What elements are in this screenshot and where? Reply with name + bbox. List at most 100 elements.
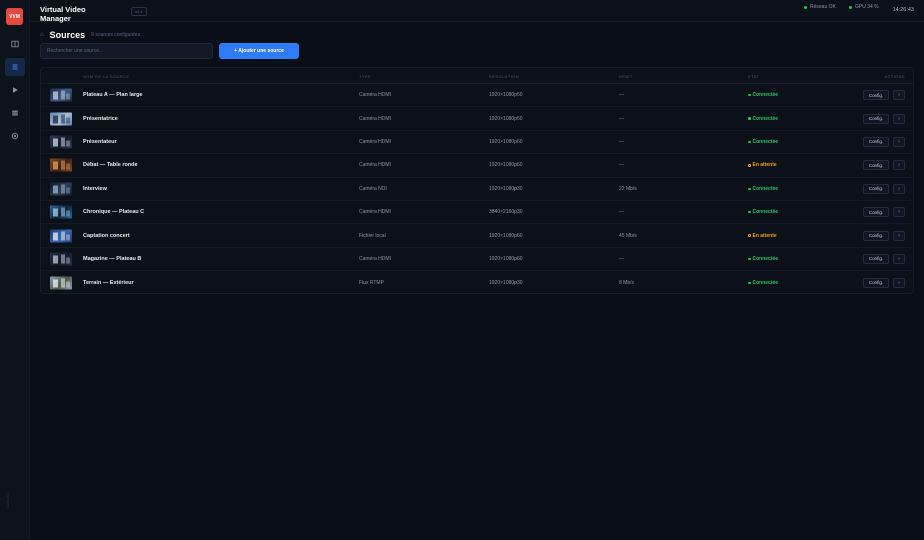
table-row[interactable]: Débat — Table ronde Caméra HDMI 1920×108… (41, 154, 913, 178)
source-resolution: 3840×2160p30 (489, 209, 523, 216)
table-row[interactable]: Magazine — Plateau B Caméra HDMI 1920×10… (41, 248, 913, 272)
status-badge: Connectée (748, 280, 778, 286)
status-badge: Connectée (748, 139, 778, 145)
status-dot (748, 257, 751, 261)
source-bitrate: — (619, 92, 624, 99)
chevron-right-icon[interactable]: › (893, 183, 905, 194)
column-header-type: Type (359, 74, 372, 79)
status-label: En attente (752, 232, 777, 239)
source-bitrate: 22 Mb/s (619, 185, 637, 192)
chevron-right-icon[interactable]: › (893, 136, 905, 147)
clock: 14:26:43 (892, 7, 914, 13)
chevron-right-icon[interactable]: › (893, 277, 905, 288)
source-name[interactable]: Débat — Table ronde (83, 162, 138, 168)
source-name[interactable]: Captation concert (83, 233, 130, 239)
config-button[interactable]: Config. (863, 90, 889, 101)
column-header-state: État (748, 74, 760, 79)
sidebar: VVM build 24.1 (0, 0, 30, 540)
config-button[interactable]: Config. (863, 277, 889, 288)
table-row[interactable]: Plateau A — Plan large Caméra HDMI 1920×… (41, 84, 913, 108)
source-name[interactable]: Chronique — Plateau C (83, 209, 144, 215)
play-icon[interactable] (5, 81, 25, 99)
source-resolution: 1920×1080p60 (489, 162, 523, 169)
gpu-status: GPU 34 % (849, 4, 881, 11)
status-label: Connectée (752, 279, 779, 286)
version-badge: v2.4 (131, 7, 147, 16)
app-title: Virtual Video Manager (40, 5, 86, 23)
source-resolution: 1920×1080p60 (489, 115, 523, 122)
chevron-right-icon[interactable]: › (893, 90, 905, 101)
sources-table: Nom de la source Type Résolution Débit É… (40, 67, 914, 294)
status-dot (748, 140, 751, 144)
source-name[interactable]: Terrain — Extérieur (83, 280, 134, 286)
chevron-right-icon[interactable]: › (893, 230, 905, 241)
source-type: Caméra HDMI (359, 115, 391, 122)
status-badge: Connectée (748, 116, 778, 122)
list-icon[interactable] (5, 58, 25, 76)
status-dot (748, 234, 751, 237)
search-input[interactable] (40, 43, 213, 59)
config-button[interactable]: Config. (863, 183, 889, 194)
config-button[interactable]: Config. (863, 160, 889, 171)
status-dot (849, 6, 852, 9)
stack-icon[interactable] (5, 104, 25, 122)
add-source-button[interactable]: + Ajouter une source (219, 43, 299, 59)
source-resolution: 1920×1080p30 (489, 279, 523, 286)
status-badge: Connectée (748, 209, 778, 215)
table-row[interactable]: Présentatrice Caméra HDMI 1920×1080p60 —… (41, 107, 913, 131)
status-label: En attente (752, 162, 777, 169)
source-type: Caméra HDMI (359, 209, 391, 216)
source-thumbnail (50, 112, 72, 126)
status-label: Connectée (752, 115, 779, 122)
sidebar-footer: build 24.1 (6, 492, 10, 509)
dashboard-icon[interactable] (5, 35, 25, 53)
table-header: Nom de la source Type Résolution Débit É… (41, 68, 913, 84)
page-subtitle: 9 sources configurées (91, 32, 141, 38)
home-icon[interactable]: ⌂ (40, 32, 44, 38)
column-header-name: Nom de la source (83, 74, 130, 79)
column-header-resolution: Résolution (489, 74, 520, 79)
source-name[interactable]: Plateau A — Plan large (83, 92, 143, 98)
status-badge: Connectée (748, 186, 778, 192)
table-row[interactable]: Chronique — Plateau C Caméra HDMI 3840×2… (41, 201, 913, 225)
source-bitrate: — (619, 162, 624, 169)
config-button[interactable]: Config. (863, 253, 889, 264)
status-label: Connectée (752, 92, 779, 99)
source-thumbnail (50, 205, 72, 219)
status-dot (748, 281, 751, 285)
status-badge: En attente (748, 162, 777, 168)
gpu-status-label: GPU 34 % (855, 4, 879, 10)
status-dot (748, 210, 751, 214)
status-label: Connectée (752, 185, 779, 192)
config-button[interactable]: Config. (863, 207, 889, 218)
chevron-right-icon[interactable]: › (893, 160, 905, 171)
source-type: Caméra HDMI (359, 255, 391, 262)
source-type: Caméra HDMI (359, 162, 391, 169)
source-name[interactable]: Interview (83, 186, 107, 192)
chevron-right-icon[interactable]: › (893, 207, 905, 218)
source-name[interactable]: Présentatrice (83, 116, 118, 122)
source-resolution: 1920×1080p60 (489, 255, 523, 262)
table-row[interactable]: Présentateur Caméra HDMI 1920×1080p60 — … (41, 131, 913, 155)
source-bitrate: — (619, 255, 624, 262)
column-header-actions: Actions (884, 74, 905, 79)
source-resolution: 1920×1080p60 (489, 92, 523, 99)
source-name[interactable]: Présentateur (83, 139, 117, 145)
page-title: Sources (49, 30, 86, 40)
broadcast-icon[interactable] (5, 127, 25, 145)
table-row[interactable]: Captation concert Fichier local 1920×108… (41, 224, 913, 248)
source-bitrate: 45 Mb/s (619, 232, 637, 239)
config-button[interactable]: Config. (863, 230, 889, 241)
chevron-right-icon[interactable]: › (893, 113, 905, 124)
source-thumbnail (50, 276, 72, 290)
app-logo[interactable]: VVM (6, 8, 23, 25)
config-button[interactable]: Config. (863, 113, 889, 124)
config-button[interactable]: Config. (863, 136, 889, 147)
table-row[interactable]: Terrain — Extérieur Flux RTMP 1920×1080p… (41, 271, 913, 294)
table-row[interactable]: Interview Caméra NDI 1920×1080p30 22 Mb/… (41, 178, 913, 201)
chevron-right-icon[interactable]: › (893, 253, 905, 264)
source-name[interactable]: Magazine — Plateau B (83, 256, 141, 262)
source-resolution: 1920×1080p30 (489, 185, 523, 192)
source-thumbnail (50, 252, 72, 266)
source-type: Flux RTMP (359, 279, 384, 286)
